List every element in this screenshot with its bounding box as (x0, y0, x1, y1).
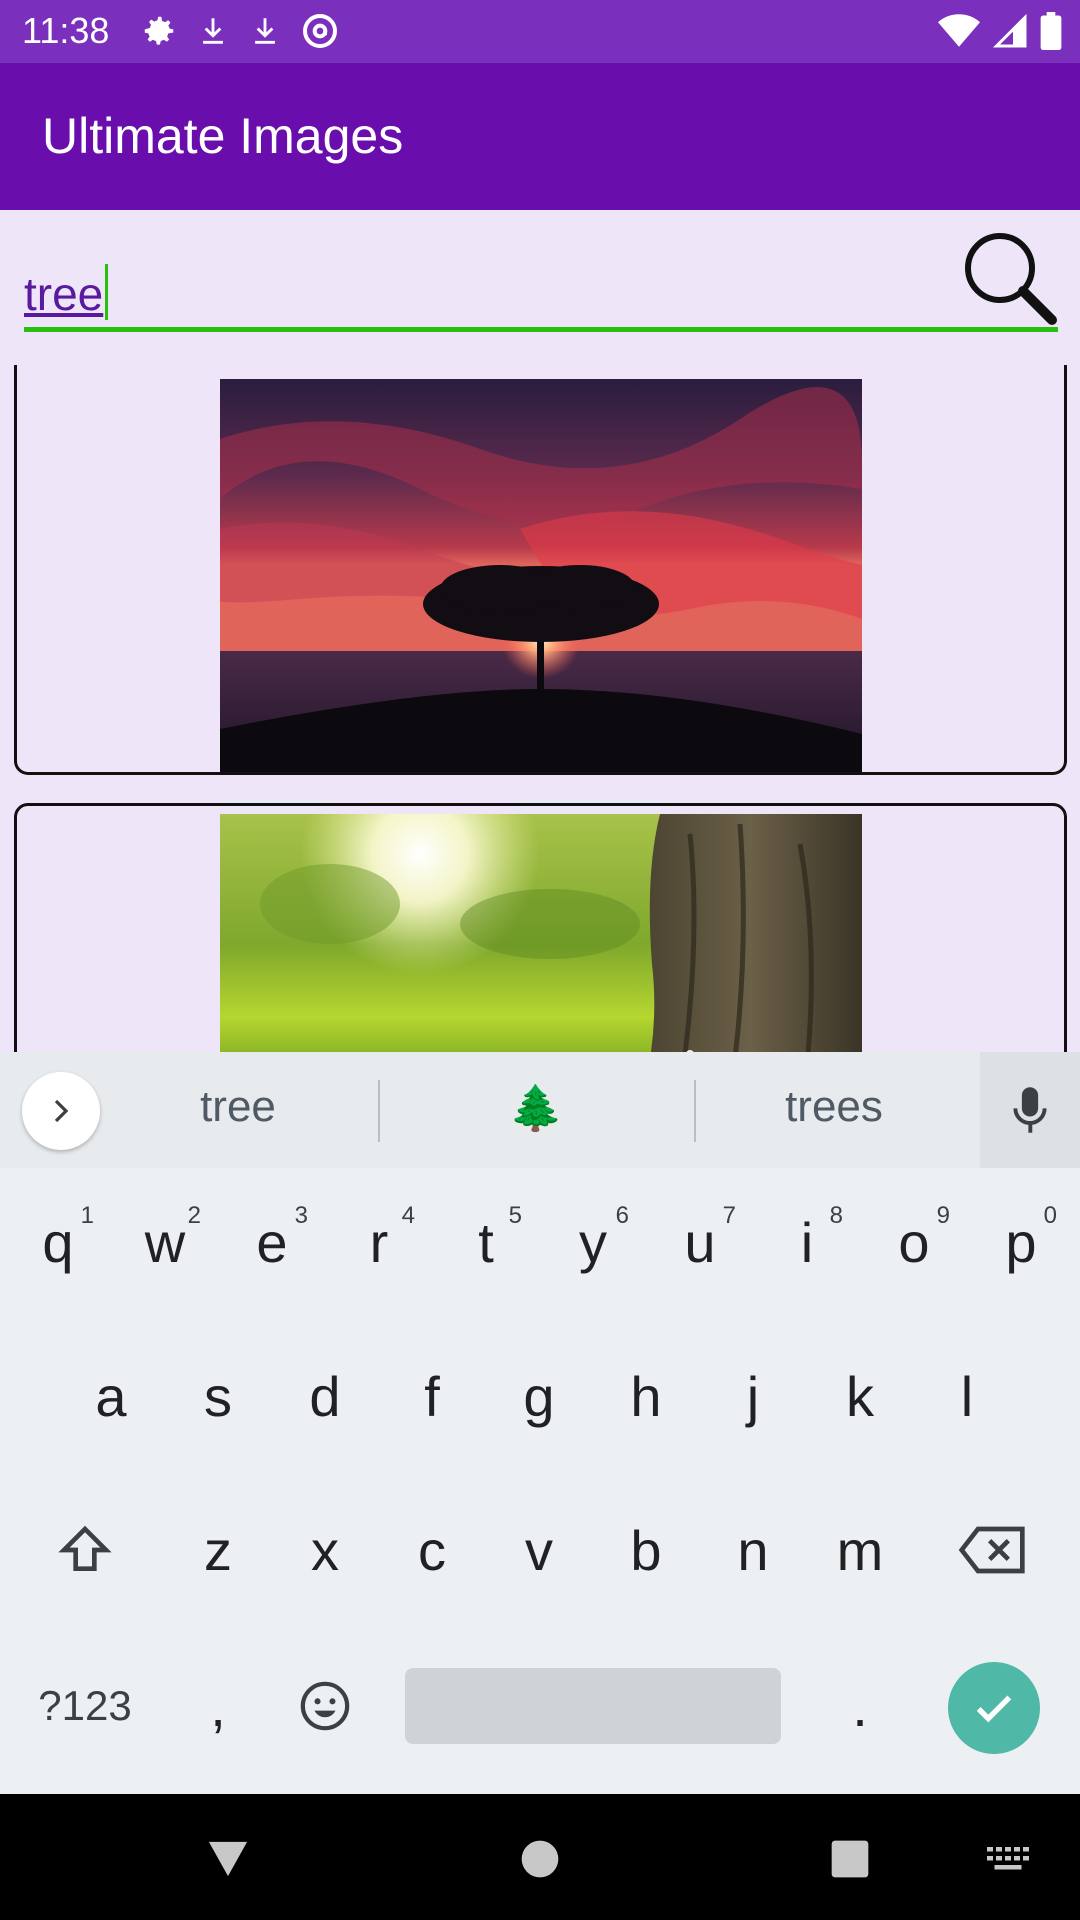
content-area: tree (0, 210, 1080, 1052)
search-query: tree (24, 268, 104, 320)
key-u[interactable]: u7 (650, 1182, 750, 1302)
key-p[interactable]: p0 (971, 1182, 1071, 1302)
enter-key[interactable] (948, 1662, 1040, 1754)
key-a[interactable]: a (61, 1336, 161, 1456)
key-k[interactable]: k (810, 1336, 910, 1456)
settings-icon (144, 16, 174, 45)
suggestion-item[interactable]: trees (714, 1082, 954, 1132)
home-circle-icon (521, 1840, 559, 1878)
suggestion-item[interactable]: 🌲 (416, 1082, 656, 1134)
back-button[interactable] (193, 1824, 263, 1894)
navigation-bar (0, 1794, 1080, 1920)
at-sign-icon (303, 14, 337, 48)
comma-key[interactable]: , (168, 1646, 268, 1766)
app-title: Ultimate Images (42, 108, 404, 164)
status-bar: 11:38 (0, 0, 1080, 63)
backspace-key[interactable] (942, 1490, 1042, 1610)
key-y[interactable]: y6 (543, 1182, 643, 1302)
symbols-key[interactable]: ?123 (20, 1646, 150, 1766)
key-x[interactable]: x (275, 1490, 375, 1610)
shift-key[interactable] (35, 1490, 135, 1610)
back-triangle-icon (208, 1841, 248, 1877)
key-g[interactable]: g (489, 1336, 589, 1456)
key-s[interactable]: s (168, 1336, 268, 1456)
home-button[interactable] (505, 1824, 575, 1894)
search-input[interactable]: tree (24, 250, 1058, 332)
emoji-icon (300, 1681, 350, 1731)
shift-icon (58, 1525, 112, 1571)
key-r[interactable]: r4 (329, 1182, 429, 1302)
recents-square-icon (831, 1840, 869, 1878)
key-e[interactable]: e3 (222, 1182, 322, 1302)
search-button[interactable] (960, 228, 1060, 328)
emoji-key[interactable] (275, 1646, 375, 1766)
wifi-icon (938, 14, 980, 47)
result-image[interactable] (210, 379, 879, 772)
magnifier-icon (965, 233, 1057, 325)
period-key[interactable]: . (810, 1646, 910, 1766)
sunset-tree-image (210, 379, 879, 772)
search-row: tree (0, 210, 1080, 332)
download-icon (203, 18, 223, 44)
keyboard-icon (987, 1847, 1029, 1870)
key-z[interactable]: z (168, 1490, 268, 1610)
key-n[interactable]: n (703, 1490, 803, 1610)
app-bar: Ultimate Images (0, 63, 1080, 210)
status-time: 11:38 (22, 10, 110, 51)
result-card[interactable] (14, 365, 1067, 775)
status-notification-icons (140, 10, 340, 52)
key-q[interactable]: q1 (8, 1182, 108, 1302)
result-card[interactable] (14, 803, 1067, 1052)
key-o[interactable]: o9 (864, 1182, 964, 1302)
key-b[interactable]: b (596, 1490, 696, 1610)
key-t[interactable]: t5 (436, 1182, 536, 1302)
microphone-icon (1013, 1087, 1047, 1133)
key-h[interactable]: h (596, 1336, 696, 1456)
key-f[interactable]: f (382, 1336, 482, 1456)
status-system-icons (938, 10, 1062, 52)
download-icon (255, 18, 275, 44)
backspace-icon (958, 1526, 1025, 1574)
voice-input-button[interactable] (980, 1052, 1080, 1168)
key-v[interactable]: v (489, 1490, 589, 1610)
recents-button[interactable] (815, 1824, 885, 1894)
result-image[interactable] (220, 806, 862, 1052)
suggestion-divider (378, 1080, 380, 1142)
key-l[interactable]: l (917, 1336, 1017, 1456)
space-key[interactable] (405, 1668, 781, 1744)
key-m[interactable]: m (810, 1490, 910, 1610)
expand-suggestions-button[interactable] (22, 1072, 100, 1150)
key-c[interactable]: c (382, 1490, 482, 1610)
suggestion-item[interactable]: tree (118, 1082, 358, 1132)
key-w[interactable]: w2 (115, 1182, 215, 1302)
chevron-right-icon (54, 1099, 69, 1123)
suggestion-strip: tree 🌲 trees (0, 1052, 1080, 1168)
keyboard-switch-button[interactable] (973, 1824, 1043, 1894)
key-i[interactable]: i8 (757, 1182, 857, 1302)
signal-icon (992, 13, 1027, 48)
checkmark-icon (976, 1695, 1012, 1723)
key-d[interactable]: d (275, 1336, 375, 1456)
battery-icon (1040, 12, 1062, 50)
search-input-text[interactable]: tree (24, 264, 109, 321)
key-j[interactable]: j (703, 1336, 803, 1456)
suggestion-divider (694, 1080, 696, 1142)
soft-keyboard: tree 🌲 trees q1 w2 e3 r4 t5 y6 u7 i8 o9 … (0, 1052, 1080, 1794)
meadow-tree-image (220, 806, 862, 1052)
text-cursor (105, 264, 109, 320)
